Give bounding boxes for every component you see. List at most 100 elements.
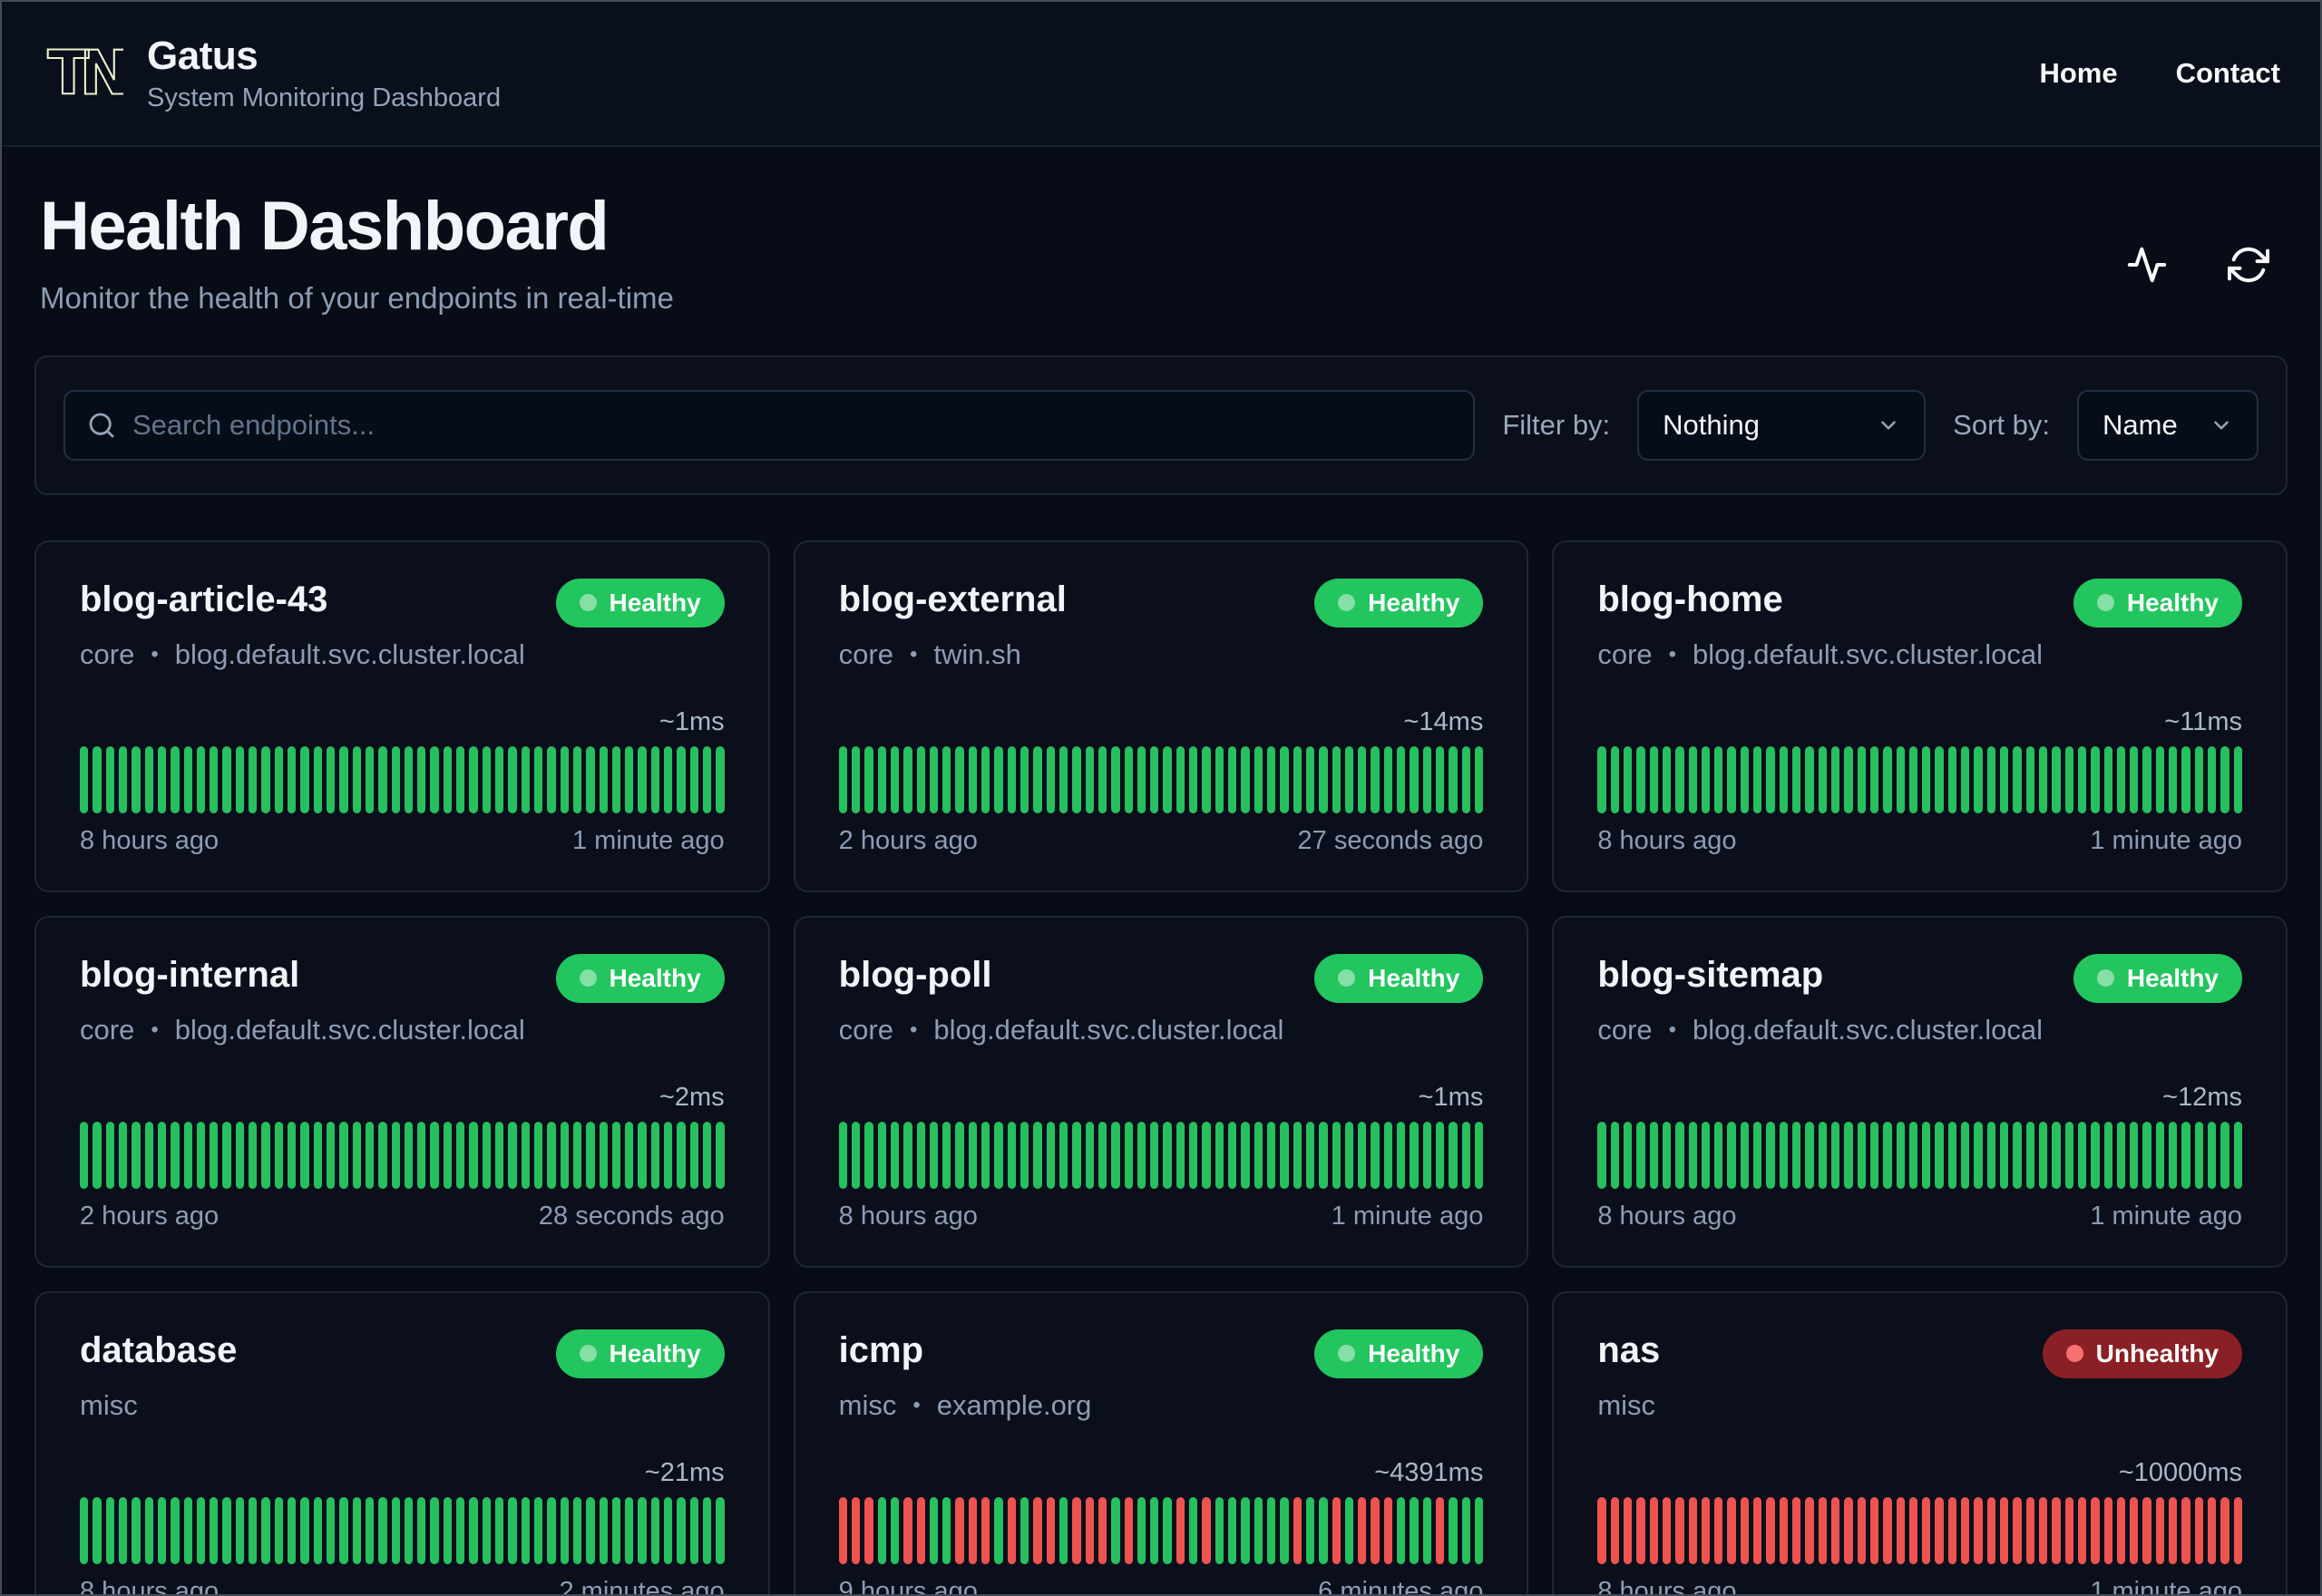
uptime-bar-down[interactable] <box>2013 1496 2022 1564</box>
uptime-bar-up[interactable] <box>2208 745 2217 813</box>
uptime-bar-up[interactable] <box>378 745 387 813</box>
uptime-bar-up[interactable] <box>929 745 939 813</box>
uptime-bar-up[interactable] <box>1241 1496 1250 1564</box>
uptime-bar-up[interactable] <box>1383 1121 1393 1189</box>
uptime-bar-up[interactable] <box>196 1496 206 1564</box>
uptime-bar-up[interactable] <box>547 1496 556 1564</box>
uptime-bar-down[interactable] <box>1701 1496 1711 1564</box>
uptime-bar-up[interactable] <box>196 1121 206 1189</box>
uptime-bar-up[interactable] <box>1474 1496 1484 1564</box>
uptime-bar-up[interactable] <box>689 1121 698 1189</box>
uptime-bar-up[interactable] <box>144 745 153 813</box>
uptime-bar-up[interactable] <box>261 1121 270 1189</box>
uptime-bar-down[interactable] <box>1779 1496 1789 1564</box>
uptime-bar-up[interactable] <box>994 1121 1003 1189</box>
uptime-bars[interactable] <box>838 1121 1484 1189</box>
uptime-bar-down[interactable] <box>1922 1496 1931 1564</box>
uptime-bar-up[interactable] <box>1857 1121 1866 1189</box>
uptime-bar-up[interactable] <box>1228 1496 1237 1564</box>
uptime-bar-up[interactable] <box>80 745 89 813</box>
uptime-bar-up[interactable] <box>1189 745 1198 813</box>
uptime-bar-up[interactable] <box>1779 745 1789 813</box>
uptime-bar-up[interactable] <box>890 1121 900 1189</box>
uptime-bar-up[interactable] <box>300 745 309 813</box>
uptime-bar-up[interactable] <box>1098 745 1107 813</box>
uptime-bar-up[interactable] <box>2194 1121 2204 1189</box>
uptime-bar-up[interactable] <box>942 745 951 813</box>
uptime-bar-up[interactable] <box>716 745 725 813</box>
uptime-bar-up[interactable] <box>430 1121 439 1189</box>
uptime-bar-up[interactable] <box>1293 745 1302 813</box>
uptime-bars[interactable] <box>80 1496 725 1564</box>
uptime-bar-down[interactable] <box>2169 1496 2178 1564</box>
uptime-bar-up[interactable] <box>1908 1121 1918 1189</box>
uptime-bar-up[interactable] <box>533 1121 543 1189</box>
uptime-bar-up[interactable] <box>1020 745 1029 813</box>
uptime-bar-down[interactable] <box>2052 1496 2061 1564</box>
uptime-bar-down[interactable] <box>2064 1496 2073 1564</box>
uptime-bar-up[interactable] <box>171 1121 180 1189</box>
uptime-bar-up[interactable] <box>1085 1121 1094 1189</box>
uptime-bar-down[interactable] <box>1896 1496 1905 1564</box>
uptime-bar-down[interactable] <box>2233 1496 2242 1564</box>
uptime-bar-down[interactable] <box>1176 1496 1185 1564</box>
uptime-bar-up[interactable] <box>1059 1121 1068 1189</box>
uptime-bar-up[interactable] <box>1176 745 1185 813</box>
uptime-bar-up[interactable] <box>456 745 465 813</box>
uptime-bar-down[interactable] <box>2142 1496 2151 1564</box>
uptime-bar-up[interactable] <box>249 1121 258 1189</box>
uptime-bar-up[interactable] <box>2064 745 2073 813</box>
uptime-bar-up[interactable] <box>1111 745 1120 813</box>
uptime-bar-up[interactable] <box>196 745 206 813</box>
uptime-bar-up[interactable] <box>638 1496 647 1564</box>
uptime-bar-up[interactable] <box>1636 1121 1645 1189</box>
uptime-bar-up[interactable] <box>2103 1121 2112 1189</box>
uptime-bar-up[interactable] <box>222 1496 231 1564</box>
uptime-bar-up[interactable] <box>1410 1121 1419 1189</box>
uptime-bar-up[interactable] <box>625 745 634 813</box>
uptime-bar-down[interactable] <box>1857 1496 1866 1564</box>
uptime-bar-up[interactable] <box>222 1121 231 1189</box>
uptime-bar-up[interactable] <box>1241 745 1250 813</box>
uptime-bar-up[interactable] <box>339 1496 348 1564</box>
uptime-bar-up[interactable] <box>1007 1121 1017 1189</box>
uptime-bar-up[interactable] <box>469 745 478 813</box>
uptime-bar-up[interactable] <box>1189 1496 1198 1564</box>
uptime-bar-up[interactable] <box>851 745 861 813</box>
uptime-bar-up[interactable] <box>2208 1121 2217 1189</box>
uptime-bar-up[interactable] <box>1202 745 1211 813</box>
uptime-bar-up[interactable] <box>326 1496 336 1564</box>
uptime-bar-up[interactable] <box>183 745 192 813</box>
filter-select[interactable]: Nothing <box>1637 389 1927 461</box>
uptime-bar-up[interactable] <box>210 1121 219 1189</box>
uptime-bar-up[interactable] <box>300 1496 309 1564</box>
uptime-bar-down[interactable] <box>1662 1496 1672 1564</box>
uptime-bar-up[interactable] <box>1254 745 1263 813</box>
uptime-bar-up[interactable] <box>650 1496 660 1564</box>
uptime-bar-up[interactable] <box>890 1496 900 1564</box>
uptime-bar-up[interactable] <box>1410 1496 1419 1564</box>
uptime-bar-down[interactable] <box>1753 1496 1762 1564</box>
uptime-bar-down[interactable] <box>968 1496 978 1564</box>
uptime-bar-up[interactable] <box>521 1121 530 1189</box>
uptime-bar-up[interactable] <box>2169 1121 2178 1189</box>
uptime-bar-down[interactable] <box>1830 1496 1840 1564</box>
uptime-bar-up[interactable] <box>572 1121 582 1189</box>
uptime-bar-up[interactable] <box>560 1496 569 1564</box>
uptime-bar-up[interactable] <box>469 1496 478 1564</box>
uptime-bar-up[interactable] <box>611 745 621 813</box>
uptime-bar-down[interactable] <box>1688 1496 1697 1564</box>
uptime-bar-up[interactable] <box>132 1121 141 1189</box>
uptime-bar-up[interactable] <box>929 1121 939 1189</box>
uptime-bar-down[interactable] <box>2077 1496 2087 1564</box>
uptime-bar-up[interactable] <box>1844 745 1853 813</box>
uptime-bars[interactable] <box>1597 1121 2242 1189</box>
uptime-bar-up[interactable] <box>1085 745 1094 813</box>
uptime-bar-up[interactable] <box>132 1496 141 1564</box>
uptime-bar-up[interactable] <box>1163 745 1172 813</box>
uptime-bar-up[interactable] <box>430 745 439 813</box>
uptime-bar-up[interactable] <box>274 745 283 813</box>
uptime-bar-up[interactable] <box>1254 1121 1263 1189</box>
uptime-bar-up[interactable] <box>703 1121 712 1189</box>
uptime-bar-up[interactable] <box>1020 1121 1029 1189</box>
